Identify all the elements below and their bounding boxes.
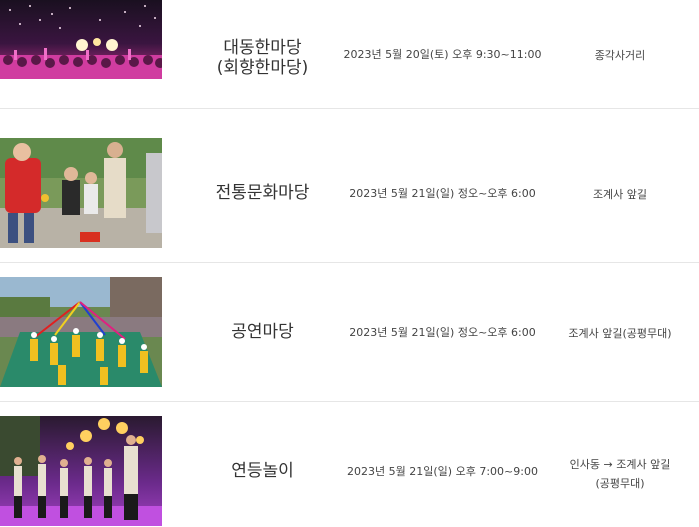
event-row: 전통문화마당 2023년 5월 21일(일) 정오~오후 6:00 조계사 앞길 [0, 124, 699, 263]
event-name: 전통문화마당 [215, 183, 310, 203]
event-datetime: 2023년 5월 20일(토) 오후 9:30~11:00 [343, 48, 542, 61]
event-name: 공연마당 [231, 322, 294, 342]
event-name: 대동한마당 (회향한마당) [216, 38, 309, 78]
event-schedule-table: 대동한마당 (회향한마당) 2023년 5월 20일(토) 오후 9:30~11… [0, 0, 699, 527]
street-performance-photo [0, 277, 162, 387]
event-row: 대동한마당 (회향한마당) 2023년 5월 20일(토) 오후 9:30~11… [0, 0, 699, 109]
event-datetime: 2023년 5월 21일(일) 오후 7:00~9:00 [347, 465, 538, 478]
event-place: 조계사 앞길 [592, 188, 648, 201]
event-row: 공연마당 2023년 5월 21일(일) 정오~오후 6:00 조계사 앞길(공… [0, 263, 699, 402]
event-place: 조계사 앞길(공평무대) [568, 327, 672, 340]
event-datetime: 2023년 5월 21일(일) 정오~오후 6:00 [349, 326, 536, 339]
event-place: 종각사거리 [594, 49, 646, 62]
lantern-dance-photo [0, 416, 162, 526]
event-datetime: 2023년 5월 21일(일) 정오~오후 6:00 [349, 187, 536, 200]
traditional-games-photo [0, 138, 162, 248]
event-name: 연등놀이 [231, 461, 294, 481]
event-row: 연등놀이 2023년 5월 21일(일) 오후 7:00~9:00 인사동 → … [0, 402, 699, 527]
concert-crowd-photo [0, 0, 162, 79]
event-place: 인사동 → 조계사 앞길 (공평무대) [569, 458, 671, 490]
